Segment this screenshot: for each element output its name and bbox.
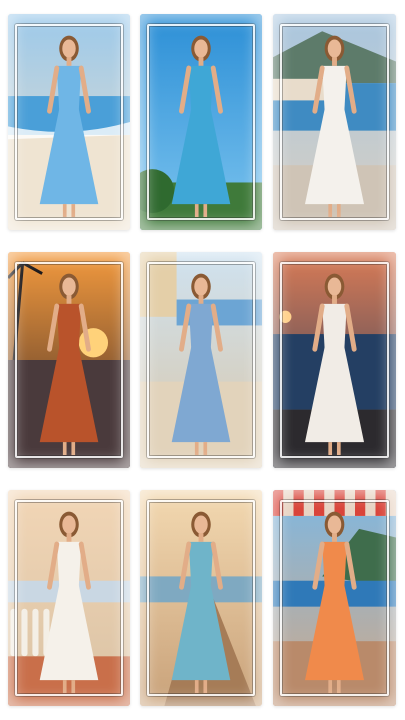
photo-inner-frame bbox=[15, 24, 123, 220]
photo-cafe-orange-skirt[interactable] bbox=[273, 490, 396, 706]
photo-terrace-blue-skirt[interactable] bbox=[140, 252, 262, 468]
photo-inner-frame bbox=[280, 24, 389, 220]
photo-inner-frame bbox=[147, 24, 255, 220]
photo-inner-frame bbox=[15, 262, 123, 458]
photo-sunset-orange-dress[interactable] bbox=[8, 252, 130, 468]
photo-harbor-white-dress[interactable] bbox=[273, 14, 396, 230]
photo-beach-blue-dress[interactable] bbox=[8, 14, 130, 230]
photo-inner-frame bbox=[147, 500, 255, 696]
photo-sea-view-sunset[interactable] bbox=[273, 252, 396, 468]
photo-balcony-white-dress[interactable] bbox=[8, 490, 130, 706]
photo-inner-frame bbox=[280, 500, 389, 696]
photo-inner-frame bbox=[147, 262, 255, 458]
photo-crop-top-shorts[interactable] bbox=[140, 14, 262, 230]
photo-inner-frame bbox=[280, 262, 389, 458]
photo-pier-teal-dress[interactable] bbox=[140, 490, 262, 706]
photo-inner-frame bbox=[15, 500, 123, 696]
